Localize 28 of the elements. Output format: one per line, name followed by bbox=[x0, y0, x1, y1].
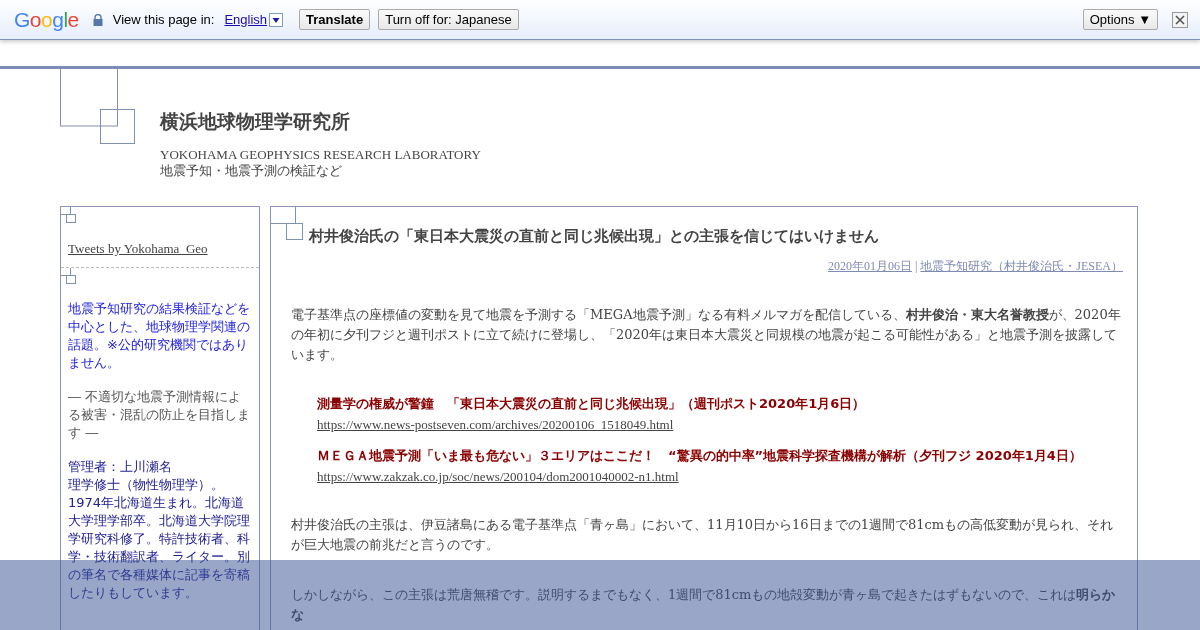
site-tagline: 地震予知・地震予測の検証など bbox=[160, 163, 343, 179]
source-headline: ＭＥＧＡ地震予測「いま最も危ない」３エリアはここだ！ “驚異の的中率”地震科学探査機構が解析（夕刊フジ 2020年1月4日） bbox=[317, 447, 1083, 465]
source-link[interactable]: https://www.zakzak.co.jp/soc/news/200104/dom2001040002-n1.html bbox=[317, 469, 679, 485]
article-paragraph: 村井俊治氏の主張は、伊豆諸島にある電子基準点「青ヶ島」において、11月10日から16日までの1週間で81cmもの高低変動が見られ、それが巨大地震の前兆だと言うのです。 bbox=[291, 516, 1115, 554]
source-headline: 測量学の権威が警鐘 「東日本大震災の直前と同じ兆候出現」（週刊ポスト2020年1月6日） bbox=[317, 395, 867, 413]
meta-separator: | bbox=[914, 259, 918, 273]
options-button[interactable]: Options ▼ bbox=[1082, 9, 1158, 30]
language-link[interactable]: English bbox=[224, 12, 268, 27]
translate-prompt: View this page in: bbox=[112, 12, 215, 27]
article-title: 村井俊治氏の「東日本大震災の直前と同じ兆候出現」との主張を信じてはいけません bbox=[309, 227, 880, 246]
site-title[interactable]: 横浜地球物理学研究所 bbox=[160, 109, 481, 135]
close-icon[interactable] bbox=[1172, 11, 1188, 28]
google-logo: Google bbox=[14, 7, 79, 32]
lock-icon bbox=[92, 13, 103, 26]
site-subtitle: YOKOHAMA GEOPHYSICS RESEARCH LABORATORY bbox=[160, 147, 481, 163]
turn-off-button[interactable]: Turn off for: Japanese bbox=[378, 9, 519, 30]
site-description: 地震予知研究の結果検証などを中心とした、地球物理学関連の話題。※公的研究機関ではありません。 bbox=[68, 300, 251, 372]
admin-name: 管理者：上川瀬名 bbox=[68, 458, 173, 476]
translate-button[interactable]: Translate bbox=[299, 9, 371, 30]
admin-bio: 理学修士（物性物理学）。1974年北海道生まれ。北海道大学理学部卒。北海道大学院理学研究科修了。特許技術者、科学・技術翻訳者、ライター。別の筆名で各種媒体に記事を寄稿したりもしています。 bbox=[68, 476, 251, 602]
category-link[interactable]: 地震予知研究（村井俊治氏・JESEA） bbox=[920, 259, 1123, 273]
date-link[interactable]: 2020年01月06日 bbox=[827, 259, 912, 273]
tweets-link[interactable]: Tweets by Yokohama_Geo bbox=[68, 241, 208, 257]
article-paragraph: 電子基準点の座標値の変動を見て地震を予測する「MEGA地震予測」なる有料メルマガを配信している、村井俊治・東大名誉教授が、2020年の年初に夕刊フジと週刊ポストに立て続けに登場し、「2020年は東日本大震災と同規模の地震が起こる可能性がある」と地震予測を披露しています。 bbox=[291, 306, 1122, 364]
source-link[interactable]: https://www.news-postseven.com/archives/20200106_1518049.html bbox=[317, 417, 674, 433]
site-motto: ― 不適切な地震予測情報による被害・混乱の防止を目指します ― bbox=[68, 388, 251, 442]
article-paragraph: しかしながら、この主張は荒唐無稽です。説明するまでもなく、1週間で81cmもの地殻変動が青ヶ島で起きたはずもないので、これは明らかな bbox=[291, 586, 1117, 624]
dropdown-icon[interactable] bbox=[269, 12, 284, 27]
